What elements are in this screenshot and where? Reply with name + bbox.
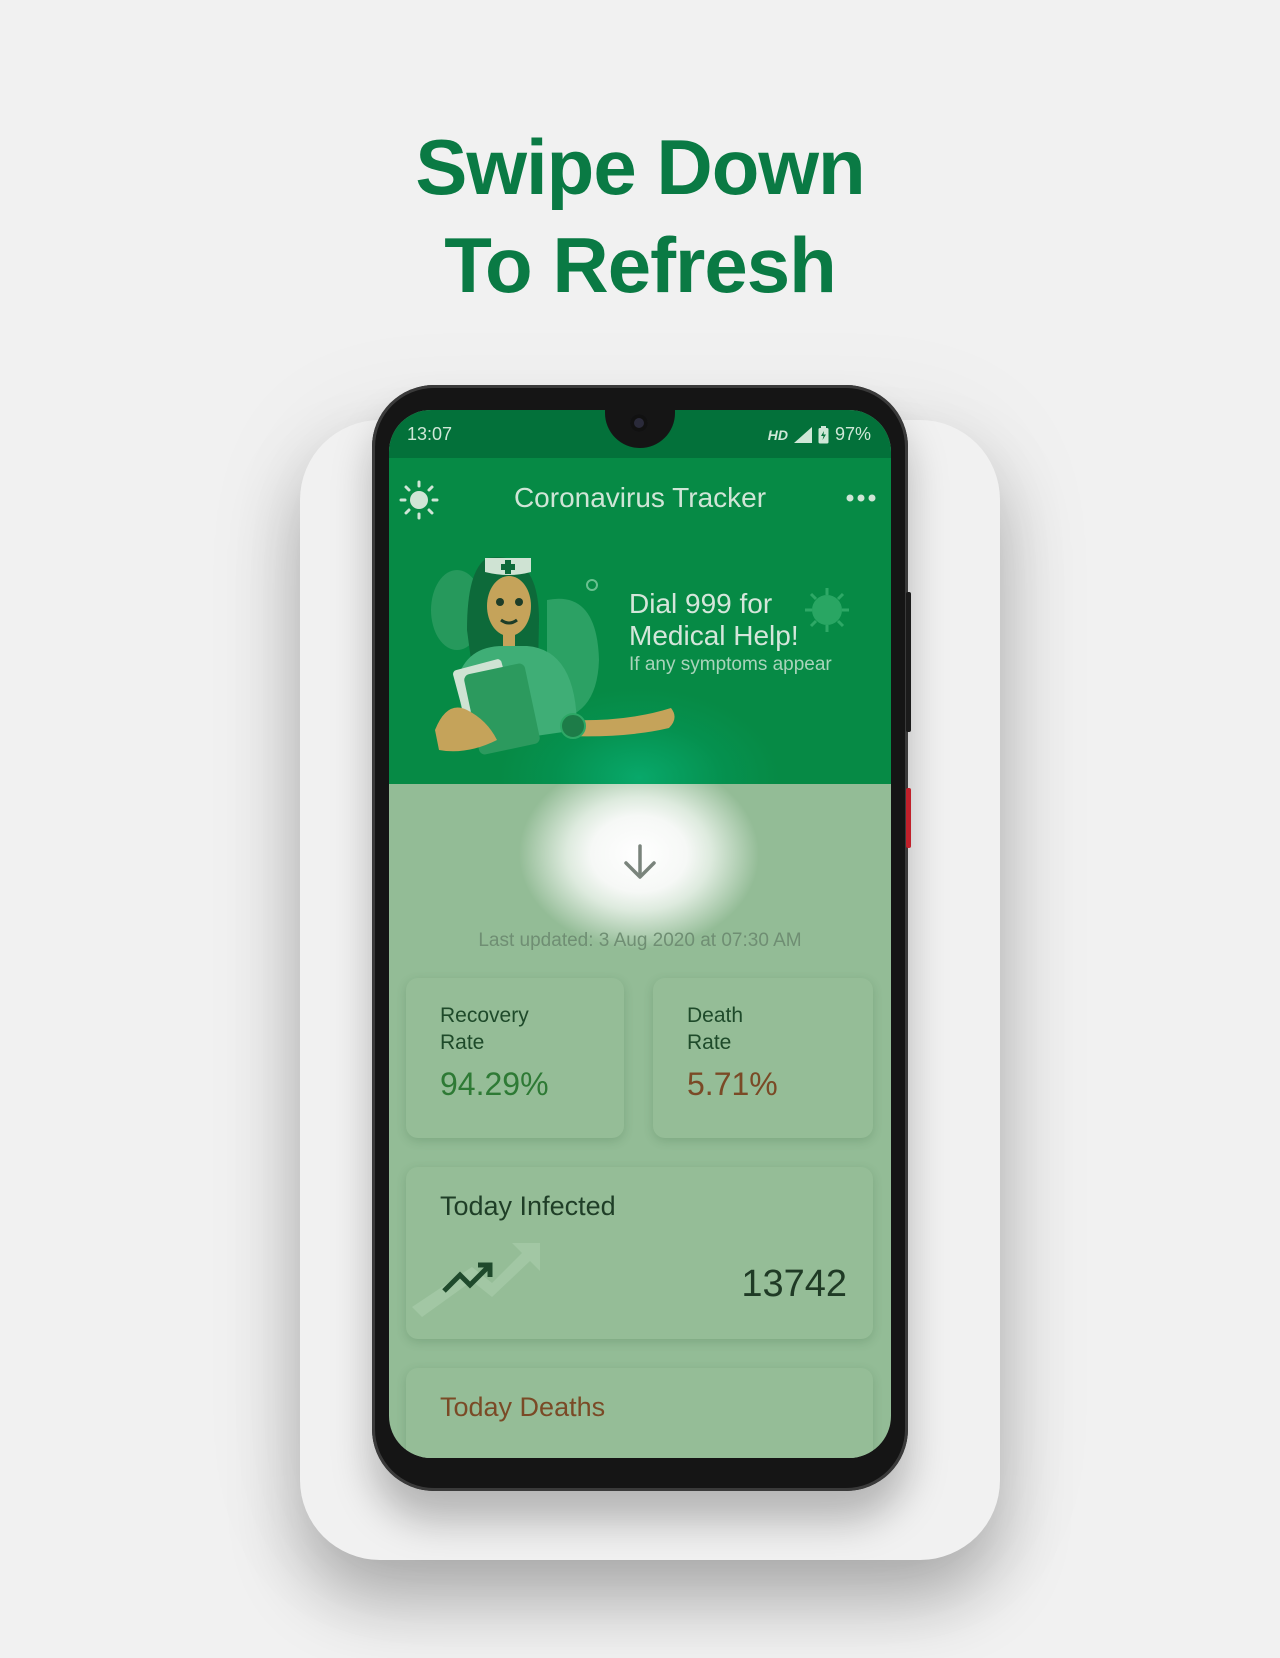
app-title: Coronavirus Tracker	[513, 482, 767, 513]
headline-line-1: Swipe Down	[415, 123, 865, 211]
battery-icon	[818, 425, 829, 443]
today-infected-label: Today Infected	[440, 1191, 616, 1221]
recovery-rate-label: Recovery Rate	[440, 1002, 529, 1056]
banner-title-line-2: Medical Help!	[629, 620, 799, 651]
recovery-rate-card[interactable]: Recovery Rate 94.29%	[406, 978, 624, 1138]
more-horizontal-icon[interactable]	[845, 492, 877, 504]
status-bar: 13:07 HD 97%	[389, 410, 891, 458]
banner-title-line-1: Dial 999 for	[629, 588, 773, 619]
trending-up-icon	[412, 1243, 540, 1317]
death-rate-card[interactable]: Death Rate 5.71%	[653, 978, 873, 1138]
network-type: HD	[767, 426, 788, 443]
volume-button	[906, 788, 911, 848]
banner-title: Dial 999 for Medical Help!	[629, 588, 799, 652]
status-icons: HD 97%	[768, 424, 871, 445]
power-button	[906, 592, 911, 732]
headline-line-2: To Refresh	[444, 221, 837, 309]
death-label-line-1: Death	[687, 1004, 744, 1027]
arrow-down-icon	[624, 844, 656, 879]
phone-screen: 13:07 HD 97% Coronavirus Tracker Dial 99…	[389, 410, 891, 1458]
death-rate-value: 5.71%	[687, 1066, 778, 1102]
death-rate-label: Death Rate	[687, 1002, 743, 1056]
death-label-line-2: Rate	[687, 1031, 732, 1054]
promo-headline: Swipe Down To Refresh	[0, 118, 1280, 314]
front-camera	[630, 414, 648, 432]
today-deaths-label: Today Deaths	[440, 1392, 606, 1422]
last-updated-text: Last updated: 3 Aug 2020 at 07:30 AM	[478, 930, 802, 951]
status-time: 13:07	[407, 424, 453, 444]
recovery-rate-value: 94.29%	[440, 1066, 549, 1102]
app-header-banner: Coronavirus Tracker Dial 999 for Medical…	[389, 458, 891, 784]
signal-icon	[793, 426, 812, 443]
recovery-label-line-1: Recovery	[440, 1004, 529, 1027]
virus-icon	[805, 588, 849, 632]
today-infected-card[interactable]: Today Infected 13742	[406, 1167, 873, 1339]
recovery-label-line-2: Rate	[440, 1031, 485, 1054]
today-deaths-card[interactable]: Today Deaths	[406, 1368, 873, 1458]
banner-subtitle: If any symptoms appear	[629, 654, 832, 675]
today-infected-value: 13742	[741, 1263, 847, 1305]
battery-level: 97%	[834, 424, 871, 444]
virus-small-icon	[586, 579, 598, 591]
